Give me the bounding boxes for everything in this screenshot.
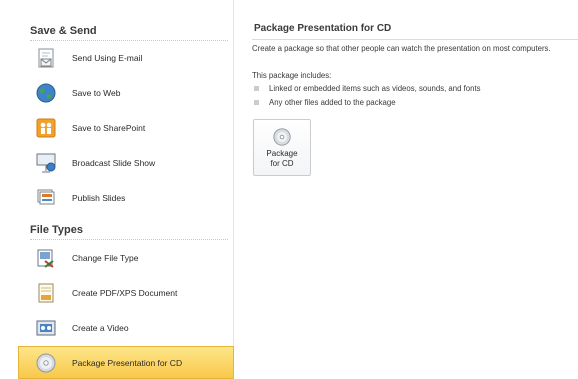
section-divider: [30, 239, 228, 240]
includes-header: This package includes:: [252, 71, 332, 80]
pdf-document-icon: [32, 279, 60, 307]
nav-package-for-cd[interactable]: Package Presentation for CD: [18, 346, 234, 379]
nav-create-video[interactable]: Create a Video: [30, 312, 232, 344]
email-icon: [32, 44, 60, 72]
globe-icon: [32, 79, 60, 107]
nav-publish-slides[interactable]: Publish Slides: [30, 182, 232, 214]
section-header-save-send: Save & Send: [30, 25, 97, 37]
save-send-sidebar: Save & Send Send Using E-mail Save to We…: [0, 0, 234, 379]
nav-create-pdf-xps[interactable]: Create PDF/XPS Document: [30, 277, 232, 309]
video-icon: [32, 314, 60, 342]
nav-label: Send Using E-mail: [72, 53, 143, 63]
nav-change-file-type[interactable]: Change File Type: [30, 242, 232, 274]
change-file-type-icon: [32, 244, 60, 272]
cd-icon: [272, 127, 292, 147]
nav-label: Package Presentation for CD: [72, 357, 183, 368]
panel-description: Create a package so that other people ca…: [252, 44, 551, 53]
publish-slides-icon: [32, 184, 60, 212]
bullet-icon: [254, 86, 259, 91]
panel-divider: [252, 39, 578, 40]
nav-send-using-email[interactable]: Send Using E-mail: [30, 42, 232, 74]
includes-item: Any other files added to the package: [254, 98, 396, 107]
section-divider: [30, 40, 228, 41]
panel-title: Package Presentation for CD: [254, 23, 392, 34]
includes-item: Linked or embedded items such as videos,…: [254, 84, 481, 93]
nav-label: Save to SharePoint: [72, 123, 146, 133]
nav-label: Broadcast Slide Show: [72, 158, 156, 168]
sharepoint-icon: [32, 114, 60, 142]
package-cd-panel: Package Presentation for CD Create a pac…: [234, 0, 578, 377]
section-header-file-types: File Types: [30, 224, 83, 236]
nav-label: Create PDF/XPS Document: [72, 288, 178, 298]
bullet-icon: [254, 100, 259, 105]
nav-label: Save to Web: [72, 88, 121, 98]
includes-item-text: Linked or embedded items such as videos,…: [269, 84, 481, 93]
nav-broadcast-slide-show[interactable]: Broadcast Slide Show: [30, 147, 232, 179]
cd-icon: [32, 349, 60, 377]
nav-label: Create a Video: [72, 323, 129, 333]
nav-save-to-sharepoint[interactable]: Save to SharePoint: [30, 112, 232, 144]
package-button-label-line1: Package: [266, 149, 298, 158]
includes-item-text: Any other files added to the package: [269, 98, 396, 107]
package-for-cd-button[interactable]: Package for CD: [253, 119, 311, 176]
package-button-label-line2: for CD: [270, 159, 294, 168]
broadcast-icon: [32, 149, 60, 177]
nav-label: Change File Type: [72, 253, 139, 263]
nav-label: Publish Slides: [72, 193, 126, 203]
nav-save-to-web[interactable]: Save to Web: [30, 77, 232, 109]
